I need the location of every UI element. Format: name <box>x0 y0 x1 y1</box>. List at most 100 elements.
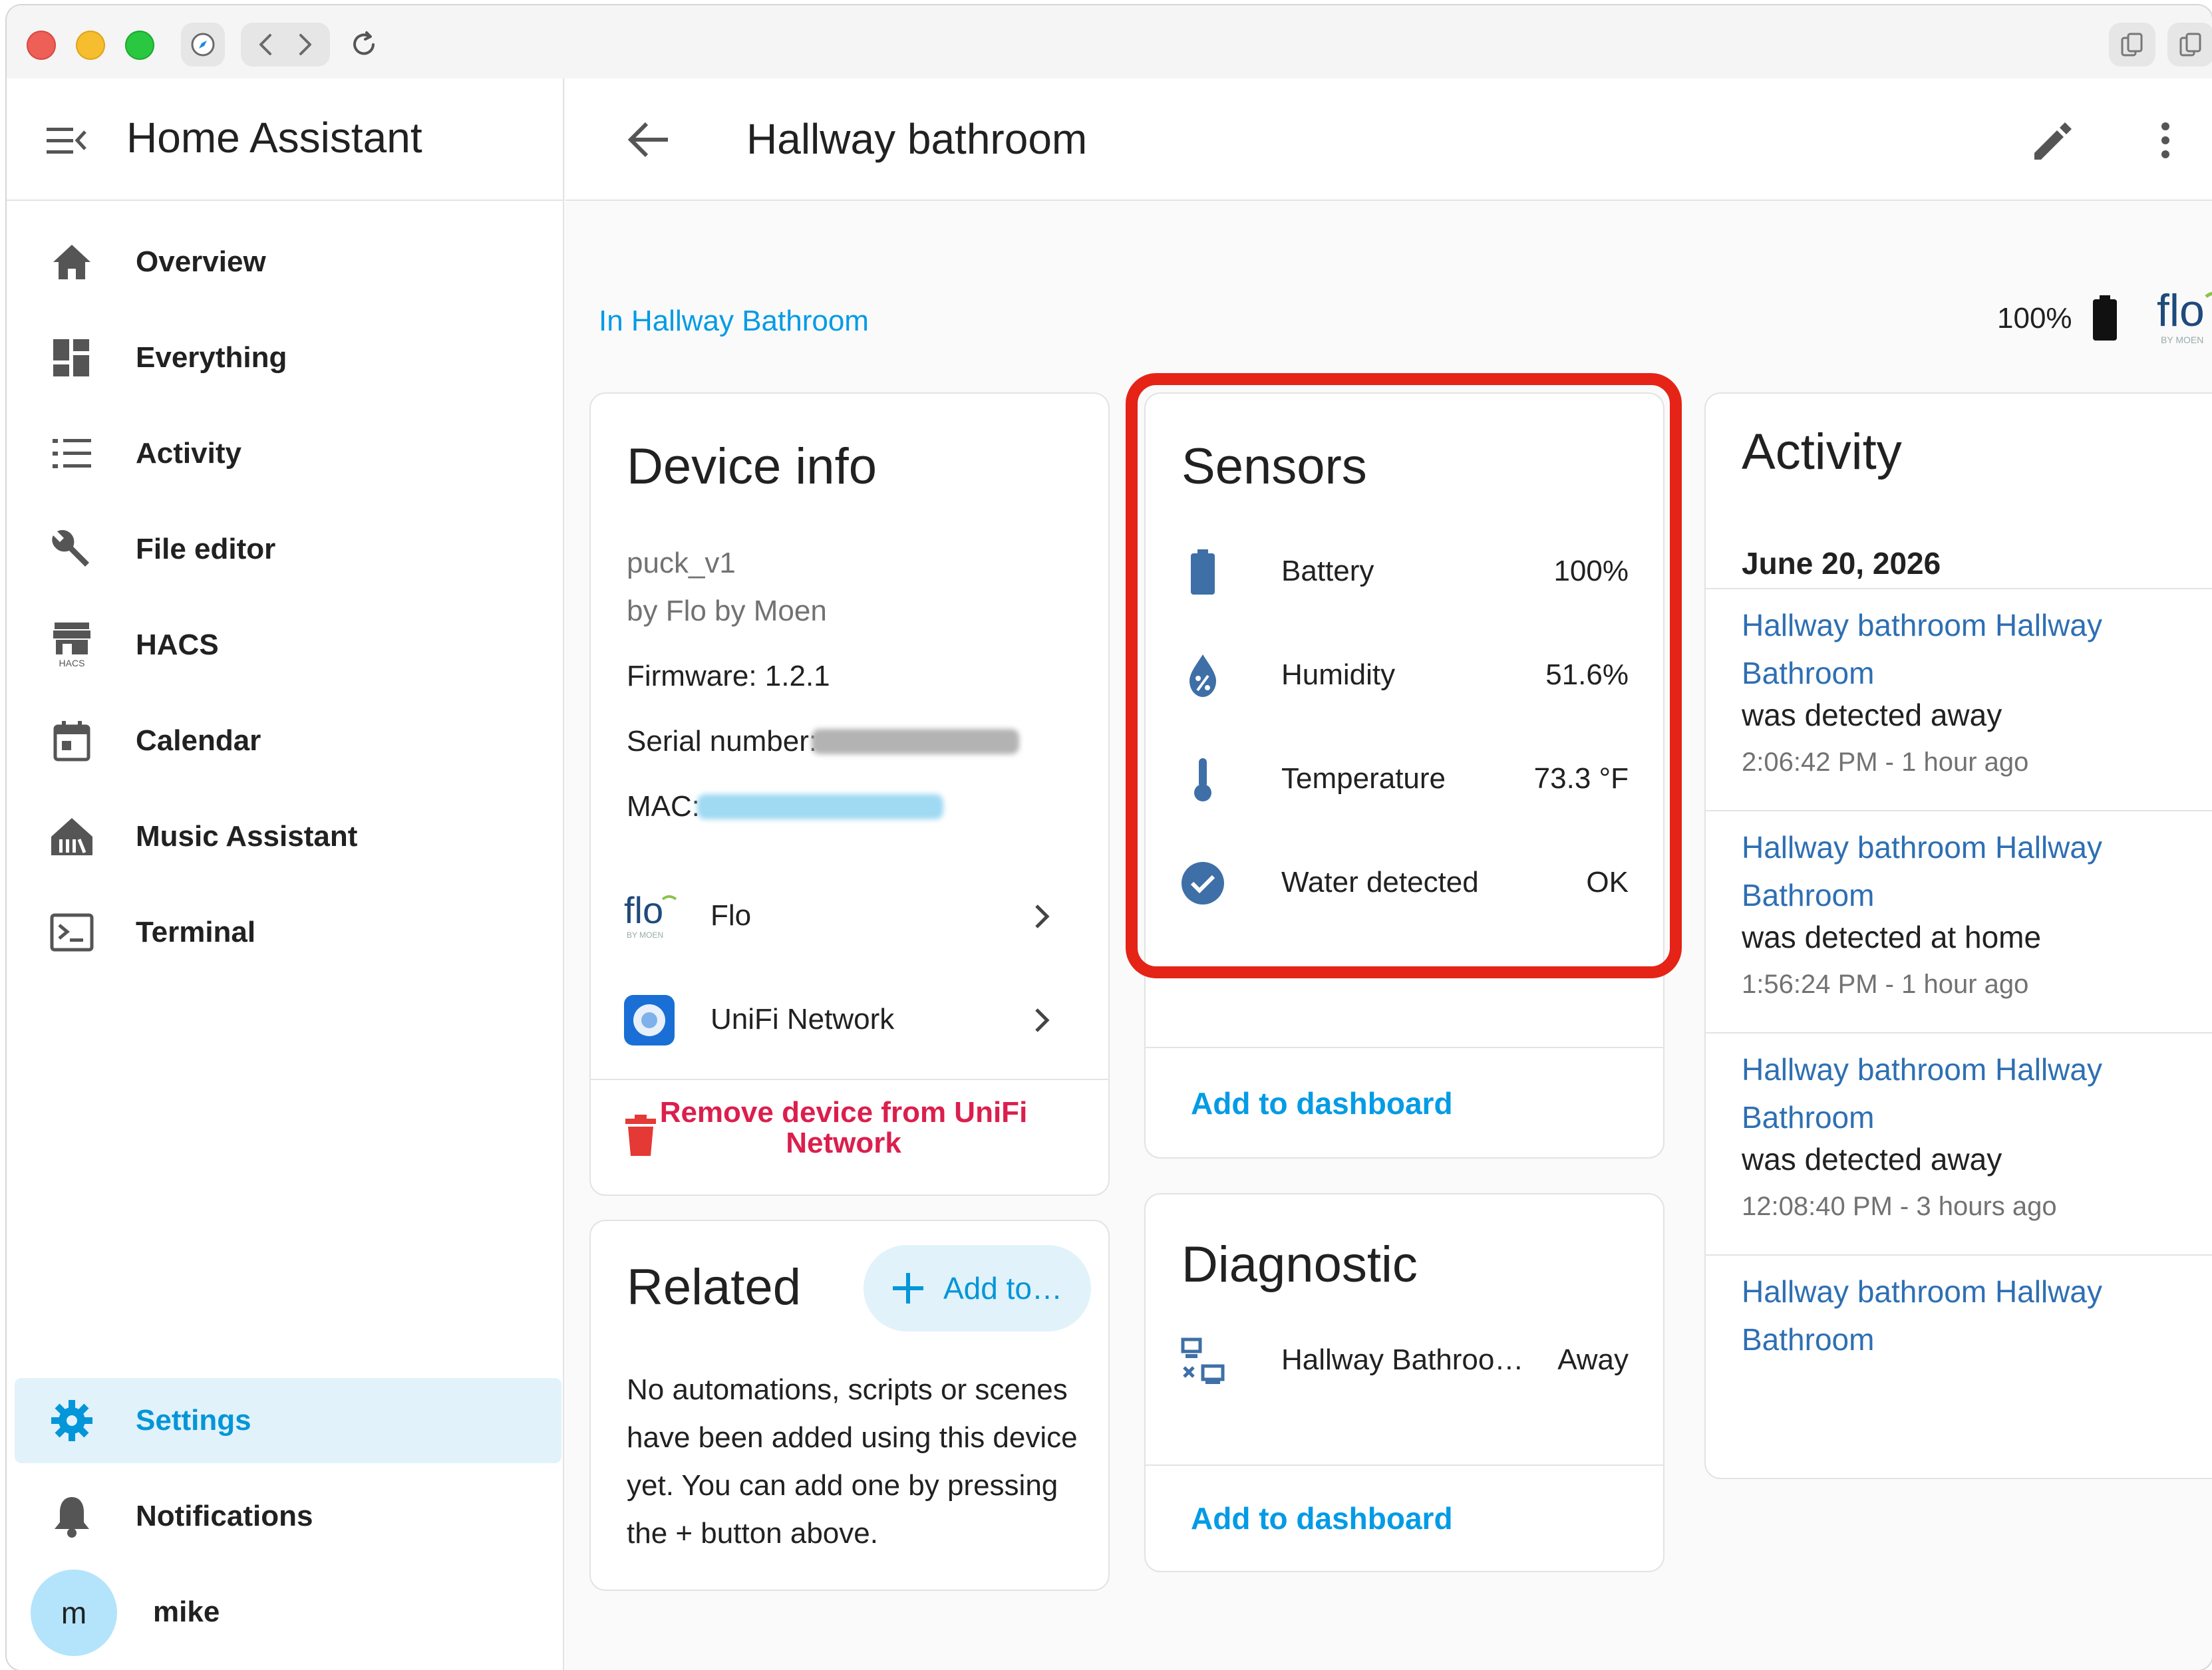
activity-entry-desc: was detected away <box>1742 698 2002 732</box>
integration-row-flo[interactable]: flo BY MOEN Flo <box>591 866 1108 966</box>
sidebar-item-activity[interactable]: Activity <box>15 411 561 496</box>
unifi-icon <box>623 994 676 1047</box>
dashboard-grid-icon <box>48 337 96 379</box>
sidebar-item-settings[interactable]: Settings <box>15 1378 561 1463</box>
divider <box>1146 1047 1663 1048</box>
trash-icon <box>624 1113 657 1157</box>
browser-back-icon[interactable] <box>259 34 271 55</box>
chevron-right-icon <box>1028 898 1055 935</box>
sensor-value: Away <box>1557 1343 1629 1376</box>
home-icon <box>48 241 96 283</box>
activity-entry-title[interactable]: Hallway bathroom Hallway Bathroom <box>1742 601 2154 697</box>
diagnostic-card: Diagnostic Hallway Bathroo… Away Add to … <box>1144 1193 1664 1572</box>
reload-icon[interactable] <box>342 23 386 67</box>
sidebar-item-terminal[interactable]: Terminal <box>15 890 561 975</box>
maximize-window-button[interactable] <box>125 31 154 60</box>
add-to-button[interactable]: Add to… <box>864 1245 1091 1331</box>
svg-text:flo: flo <box>2157 285 2205 336</box>
tabs-icon[interactable] <box>2167 23 2212 67</box>
sidebar-item-file-editor[interactable]: File editor <box>15 507 561 592</box>
activity-entry: Hallway bathroom Hallway Bathroom was de… <box>1706 810 2212 1032</box>
pencil-icon[interactable] <box>2029 117 2076 164</box>
sidebar-item-label: Calendar <box>136 724 261 757</box>
list-icon <box>48 432 96 475</box>
flo-logo-icon: flo BY MOEN <box>2154 285 2212 351</box>
history-nav <box>241 23 330 67</box>
card-title: Diagnostic <box>1182 1236 1418 1293</box>
sidebar-item-everything[interactable]: Everything <box>15 315 561 400</box>
sidebar-item-label: Everything <box>136 341 287 374</box>
page-header: Hallway bathroom <box>565 78 2212 201</box>
sidebar-item-hacs[interactable]: HACS HACS <box>15 603 561 688</box>
battery-icon <box>2092 294 2118 342</box>
activity-entry-title[interactable]: Hallway bathroom Hallway Bathroom <box>1742 1268 2154 1363</box>
hacs-store-icon: HACS <box>48 623 96 668</box>
related-card: Related Add to… No automations, scripts … <box>589 1220 1110 1591</box>
close-window-button[interactable] <box>27 31 56 60</box>
sidebar-item-calendar[interactable]: Calendar <box>15 698 561 783</box>
divider <box>1146 1464 1663 1466</box>
activity-entry-title[interactable]: Hallway bathroom Hallway Bathroom <box>1742 1045 2154 1141</box>
calendar-icon <box>48 720 96 762</box>
svg-text:HACS: HACS <box>59 658 85 668</box>
card-title: Activity <box>1742 424 1902 480</box>
card-title: Device info <box>627 438 877 495</box>
more-options-icon[interactable] <box>2152 117 2179 164</box>
chevron-right-icon <box>1028 1002 1055 1039</box>
sidebar-header: Home Assistant <box>7 78 563 201</box>
sidebar-item-user[interactable]: m mike <box>15 1570 561 1656</box>
activity-entry: Hallway bathroom Hallway Bathroom <box>1706 1254 2212 1476</box>
page-title: Hallway bathroom <box>746 115 1088 163</box>
device-model: puck_v1 <box>627 547 736 579</box>
activity-entry-time: 1:56:24 PM - 1 hour ago <box>1742 970 2029 999</box>
sidebar-item-label: File editor <box>136 533 276 565</box>
activity-entry-desc: was detected at home <box>1742 920 2042 954</box>
back-arrow-icon[interactable] <box>625 118 672 161</box>
sidebar-item-notifications[interactable]: Notifications <box>15 1474 561 1559</box>
sidebar-item-label: Activity <box>136 437 241 470</box>
lan-disconnect-icon <box>1179 1337 1227 1385</box>
add-to-dashboard-button[interactable]: Add to dashboard <box>1191 1500 1453 1536</box>
integration-row-unifi[interactable]: UniFi Network <box>591 970 1108 1069</box>
svg-text:BY MOEN: BY MOEN <box>627 930 663 940</box>
battery-level: 100% <box>1997 302 2072 335</box>
sidebar: Home Assistant Overview Everything Activ… <box>7 78 564 1670</box>
bell-icon <box>48 1495 96 1538</box>
area-link[interactable]: In Hallway Bathroom <box>599 305 869 338</box>
activity-entry: Hallway bathroom Hallway Bathroom was de… <box>1706 1032 2212 1254</box>
collapse-menu-icon[interactable] <box>45 122 88 160</box>
serial-number-redacted <box>812 729 1019 754</box>
sidebar-item-label: Overview <box>136 245 266 278</box>
mac-redacted <box>697 794 943 819</box>
device-info-card: Device info puck_v1 by Flo by Moen Firmw… <box>589 392 1110 1196</box>
integration-label: Flo <box>711 899 752 932</box>
serial-number-label: Serial number: <box>627 725 818 758</box>
activity-date: June 20, 2026 <box>1742 546 1941 581</box>
plus-icon <box>890 1270 926 1306</box>
add-to-dashboard-button[interactable]: Add to dashboard <box>1191 1085 1453 1121</box>
sidebar-item-label: Settings <box>136 1404 251 1437</box>
activity-entry-title[interactable]: Hallway bathroom Hallway Bathroom <box>1742 823 2154 919</box>
activity-entry-desc: was detected away <box>1742 1142 2002 1177</box>
sensors-highlight-annotation <box>1126 373 1682 978</box>
sidebar-item-label: HACS <box>136 628 219 661</box>
remove-device-label: Remove device from UniFi Network <box>659 1096 1028 1159</box>
sidebar-item-overview[interactable]: Overview <box>15 219 561 305</box>
app-title: Home Assistant <box>126 114 422 162</box>
music-assistant-icon <box>48 815 96 858</box>
avatar: m <box>31 1570 117 1656</box>
copy-icon[interactable] <box>2109 23 2155 67</box>
activity-card: Activity June 20, 2026 Hallway bathroom … <box>1704 392 2212 1479</box>
sidebar-item-music-assistant[interactable]: Music Assistant <box>15 794 561 879</box>
remove-device-button[interactable]: Remove device from UniFi Network <box>591 1080 1108 1193</box>
device-manufacturer: by Flo by Moen <box>627 595 827 627</box>
sensor-label: Hallway Bathroo… <box>1281 1343 1524 1376</box>
compass-icon[interactable] <box>181 23 225 67</box>
sidebar-item-label: Music Assistant <box>136 820 358 853</box>
activity-entry-time: 12:08:40 PM - 3 hours ago <box>1742 1192 2057 1221</box>
browser-window: Home Assistant Overview Everything Activ… <box>7 5 2212 1670</box>
diagnostic-row[interactable]: Hallway Bathroo… Away <box>1146 1308 1663 1411</box>
svg-text:flo: flo <box>624 890 663 931</box>
minimize-window-button[interactable] <box>76 31 105 60</box>
browser-forward-icon[interactable] <box>299 34 311 55</box>
